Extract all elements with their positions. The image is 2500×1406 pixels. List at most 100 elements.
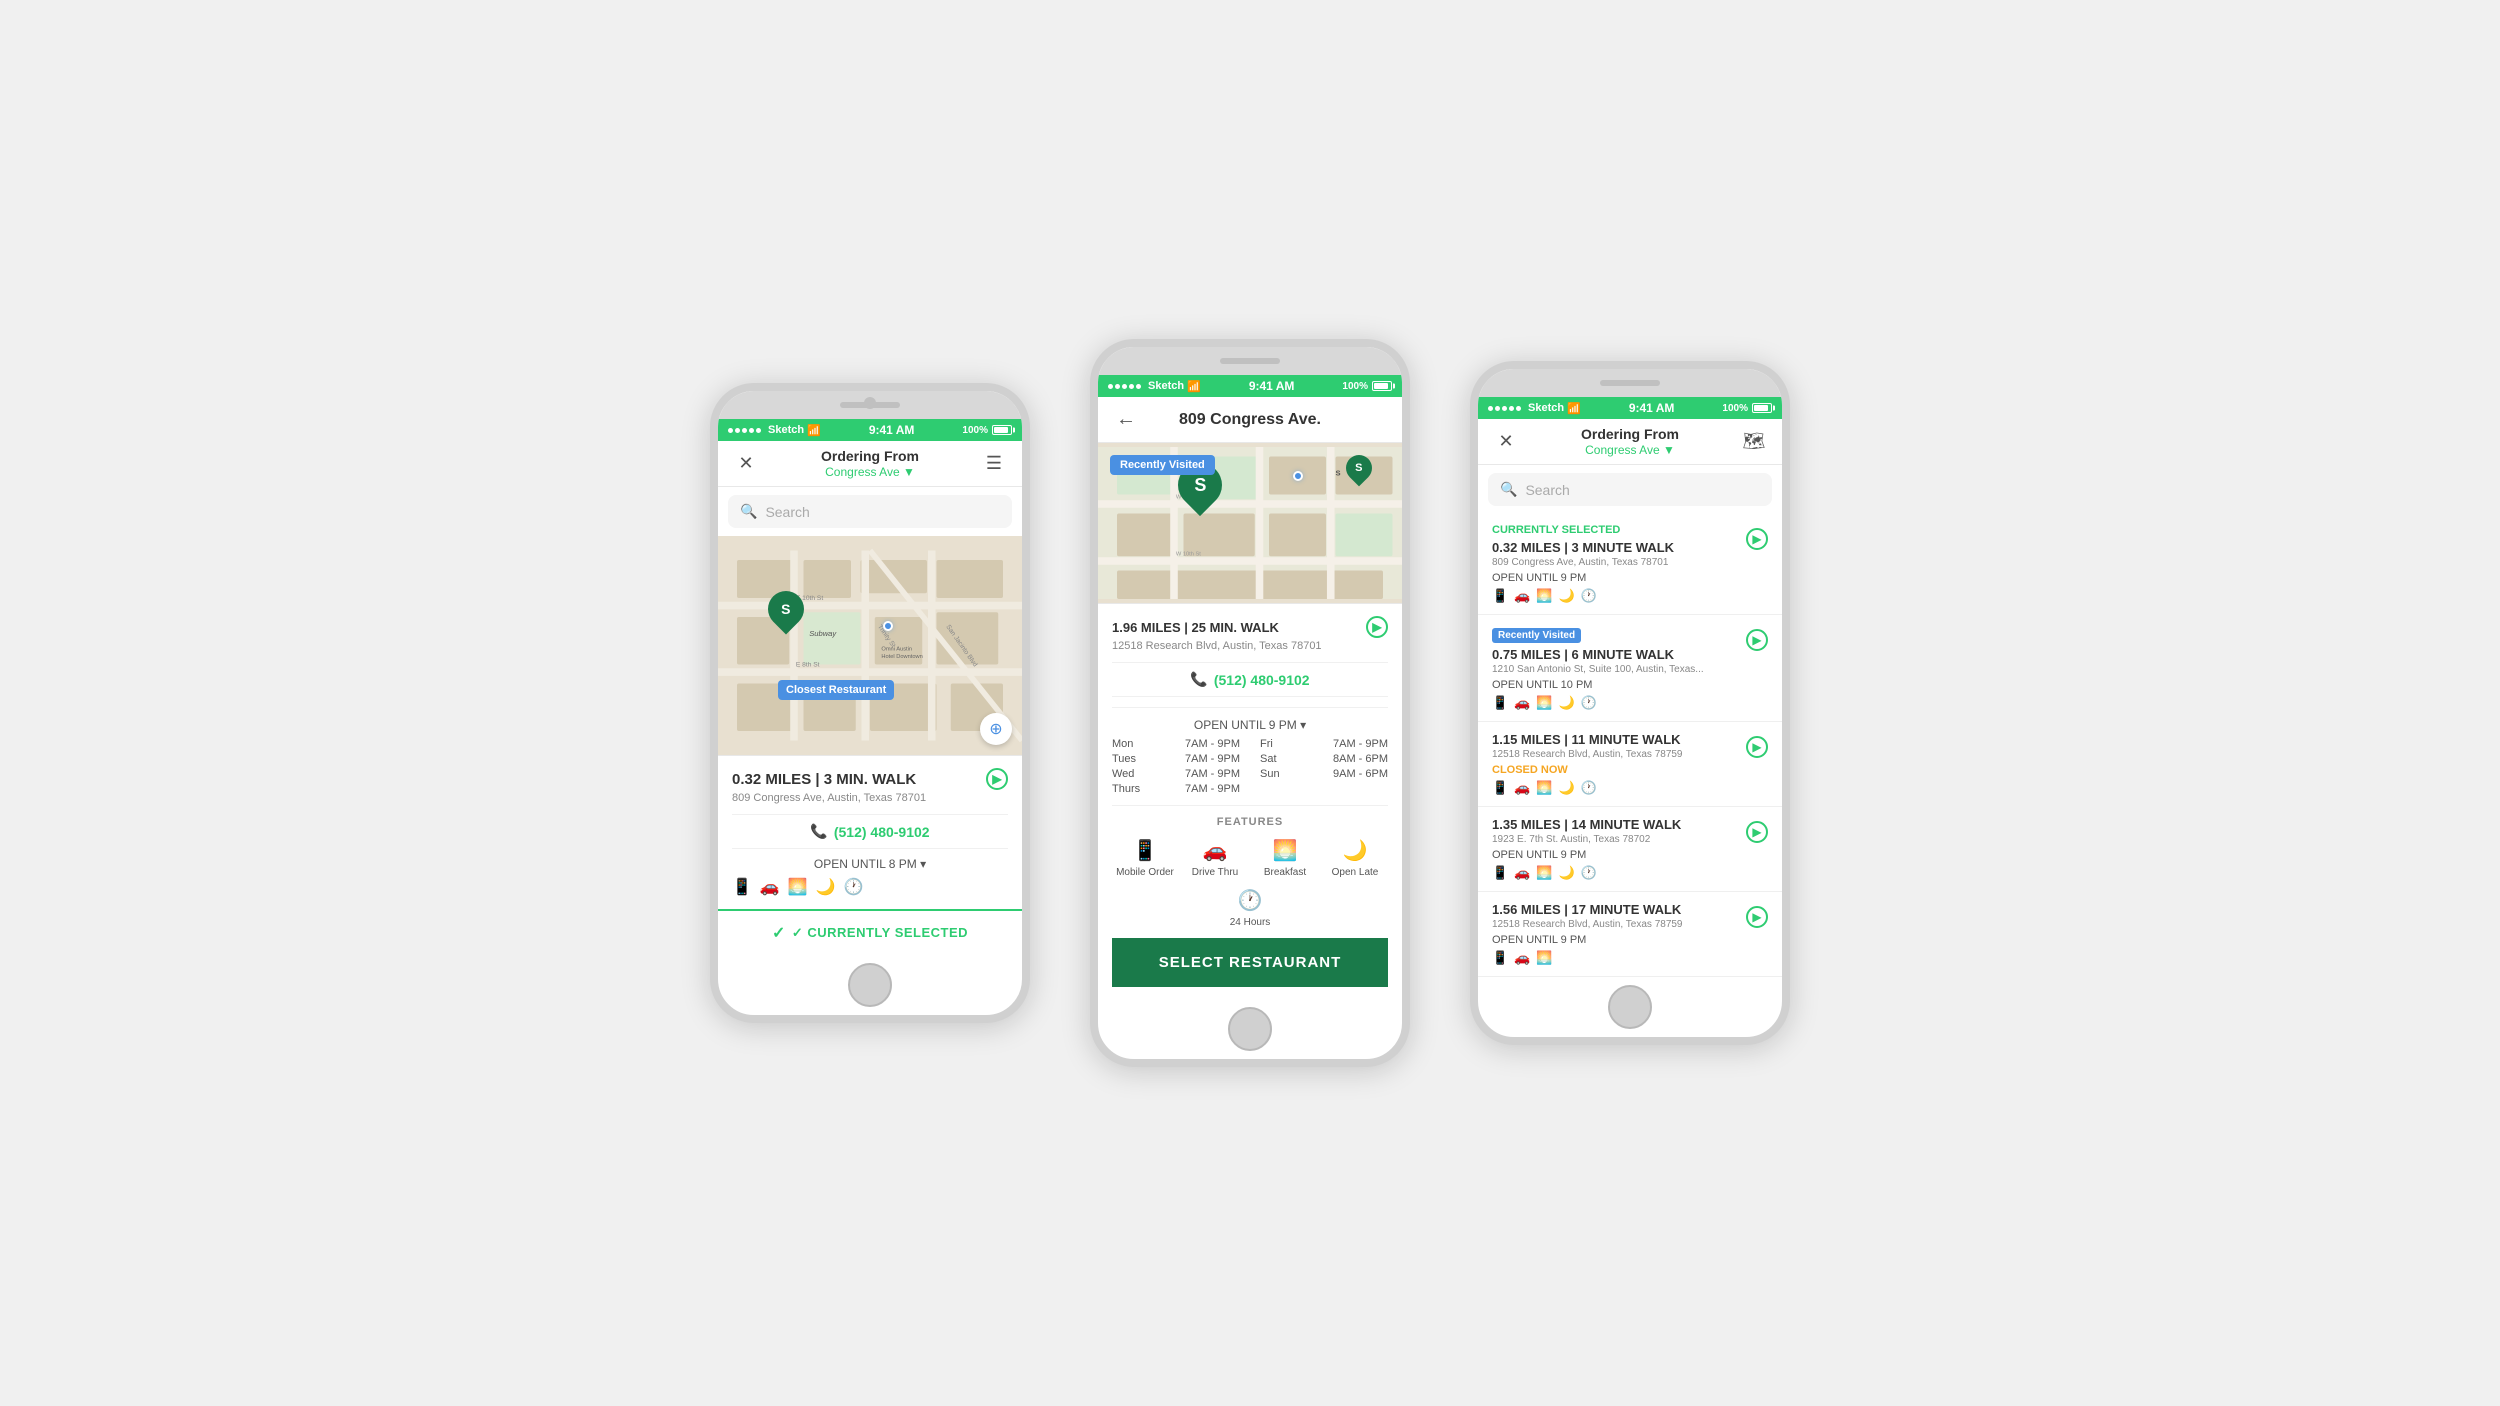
list-car-icon-2: 🚗 xyxy=(1514,695,1530,711)
carrier-1: Sketch xyxy=(768,424,804,436)
list-clock-icon-2: 🕐 xyxy=(1581,695,1597,711)
time-2: 9:41 AM xyxy=(1249,379,1295,393)
search-bar-3[interactable]: 🔍 Search xyxy=(1488,473,1772,506)
phone-number-1: 📞 (512) 480-9102 xyxy=(732,814,1008,849)
list-distance-3: 1.15 MILES | 11 MINUTE WALK xyxy=(1492,732,1746,747)
select-restaurant-button-2[interactable]: SELECT RESTAURANT xyxy=(1112,938,1388,987)
recently-visited-badge-2: Recently Visited xyxy=(1110,455,1215,475)
list-item-4[interactable]: 1.35 MILES | 14 MINUTE WALK 1923 E. 7th … xyxy=(1478,807,1782,892)
features-title-2: FEATURES xyxy=(1112,816,1388,828)
mobile-icon-1: 📱 xyxy=(732,877,752,897)
clock-icon-1: 🕐 xyxy=(844,877,864,897)
status-bar-1: Sketch 📶 9:41 AM 100% xyxy=(718,419,1022,441)
currently-selected-label-1: CURRENTLY SELECTED xyxy=(1492,524,1746,536)
drive-thru-icon: 🚗 xyxy=(1203,838,1228,863)
location-card-1: 0.32 MILES | 3 MIN. WALK ▶ 809 Congress … xyxy=(718,755,1022,909)
list-moon-icon-1: 🌙 xyxy=(1559,588,1575,604)
svg-text:Subway: Subway xyxy=(809,629,837,638)
user-location-dot-2 xyxy=(1293,471,1303,481)
nav-subtitle-1[interactable]: Congress Ave ▼ xyxy=(821,465,919,479)
wifi-icon-2: 📶 xyxy=(1187,380,1201,393)
list-item-1[interactable]: CURRENTLY SELECTED 0.32 MILES | 3 MINUTE… xyxy=(1478,514,1782,615)
svg-text:Omni Austin: Omni Austin xyxy=(881,646,912,652)
list-item-3[interactable]: 1.15 MILES | 11 MINUTE WALK 12518 Resear… xyxy=(1478,722,1782,807)
list-icons-2: 📱 🚗 🌅 🌙 🕐 xyxy=(1492,695,1746,711)
feature-mobile-order: 📱 Mobile Order xyxy=(1115,838,1175,878)
list-address-3: 12518 Research Blvd, Austin, Texas 78759 xyxy=(1492,749,1746,760)
hours-row-1: OPEN UNTIL 8 PM ▾ xyxy=(732,857,1008,871)
list-clock-icon-3: 🕐 xyxy=(1581,780,1597,796)
list-mobile-icon-2: 📱 xyxy=(1492,695,1508,711)
address-1: 809 Congress Ave, Austin, Texas 78701 xyxy=(732,792,1008,804)
detail-address-2: 12518 Research Blvd, Austin, Texas 78701 xyxy=(1112,640,1388,652)
close-icon-3[interactable]: ✕ xyxy=(1492,431,1520,452)
svg-text:W 10th St: W 10th St xyxy=(1176,551,1201,557)
list-mobile-icon-3: 📱 xyxy=(1492,780,1508,796)
detail-nav-2: ← 809 Congress Ave. xyxy=(1098,397,1402,443)
features-section-2: FEATURES 📱 Mobile Order 🚗 Drive Thru 🌅 B… xyxy=(1112,805,1388,928)
hours-open-label-2: OPEN UNTIL 9 PM ▾ xyxy=(1112,718,1388,732)
scene: Sketch 📶 9:41 AM 100% ✕ Ordering From Co… xyxy=(670,299,1830,1107)
feature-24hours: 🕐 24 Hours xyxy=(1220,888,1280,928)
list-mobile-icon-5: 📱 xyxy=(1492,950,1508,966)
list-sun-icon-4: 🌅 xyxy=(1536,865,1552,881)
navigate-icon-list-4[interactable]: ▶ xyxy=(1746,821,1768,843)
status-bar-2: Sketch 📶 9:41 AM 100% xyxy=(1098,375,1402,397)
list-distance-2: 0.75 MILES | 6 MINUTE WALK xyxy=(1492,647,1746,662)
list-item-5[interactable]: 1.56 MILES | 17 MINUTE WALK 12518 Resear… xyxy=(1478,892,1782,977)
navigate-icon-list-5[interactable]: ▶ xyxy=(1746,906,1768,928)
open-late-icon: 🌙 xyxy=(1343,838,1368,863)
phone-1: Sketch 📶 9:41 AM 100% ✕ Ordering From Co… xyxy=(710,383,1030,1023)
list-address-2: 1210 San Antonio St, Suite 100, Austin, … xyxy=(1492,664,1746,675)
navigate-icon-list-3[interactable]: ▶ xyxy=(1746,736,1768,758)
list-address-4: 1923 E. 7th St. Austin, Texas 78702 xyxy=(1492,834,1746,845)
list-status-2: OPEN UNTIL 10 PM xyxy=(1492,679,1746,691)
time-1: 9:41 AM xyxy=(869,423,915,437)
map-icon-3[interactable]: 🗺 xyxy=(1740,431,1768,452)
list-sun-icon-1: 🌅 xyxy=(1536,588,1552,604)
list-moon-icon-2: 🌙 xyxy=(1559,695,1575,711)
battery-text-3: 100% xyxy=(1722,403,1748,414)
navigate-icon-1[interactable]: ▶ xyxy=(986,768,1008,790)
navigate-icon-2[interactable]: ▶ xyxy=(1366,616,1388,638)
recently-visited-label-2: Recently Visited xyxy=(1492,628,1581,643)
list-mobile-icon-4: 📱 xyxy=(1492,865,1508,881)
back-icon-2[interactable]: ← xyxy=(1112,408,1140,431)
sunrise-icon-1: 🌅 xyxy=(788,877,808,897)
search-icon-3: 🔍 xyxy=(1500,481,1517,498)
phone-icon-2: 📞 xyxy=(1190,671,1207,688)
list-icons-3: 📱 🚗 🌅 🌙 🕐 xyxy=(1492,780,1746,796)
detail-hours-2: OPEN UNTIL 9 PM ▾ Mon7AM - 9PM Fri7AM - … xyxy=(1112,707,1388,795)
svg-text:S: S xyxy=(1336,469,1341,478)
list-item-2[interactable]: Recently Visited 0.75 MILES | 6 MINUTE W… xyxy=(1478,615,1782,722)
car-icon-1: 🚗 xyxy=(760,877,780,897)
navigate-icon-list-2[interactable]: ▶ xyxy=(1746,629,1768,651)
search-icon-1: 🔍 xyxy=(740,503,757,520)
list-car-icon-4: 🚗 xyxy=(1514,865,1530,881)
navigate-icon-list-1[interactable]: ▶ xyxy=(1746,528,1768,550)
list-sun-icon-5: 🌅 xyxy=(1536,950,1552,966)
list-sun-icon-3: 🌅 xyxy=(1536,780,1552,796)
locate-button-1[interactable]: ⊕ xyxy=(980,713,1012,745)
detail-map-2: W 11th St W 10th St S S S Recently Visit… xyxy=(1098,443,1402,603)
menu-icon-1[interactable]: ☰ xyxy=(980,453,1008,474)
list-icons-4: 📱 🚗 🌅 🌙 🕐 xyxy=(1492,865,1746,881)
search-placeholder-3: Search xyxy=(1525,482,1569,498)
close-icon-1[interactable]: ✕ xyxy=(732,453,760,474)
list-mobile-icon-1: 📱 xyxy=(1492,588,1508,604)
feature-drive-thru: 🚗 Drive Thru xyxy=(1185,838,1245,878)
phone-2: Sketch 📶 9:41 AM 100% ← 809 Congress Ave… xyxy=(1090,339,1410,1067)
list-address-5: 12518 Research Blvd, Austin, Texas 78759 xyxy=(1492,919,1746,930)
search-bar-1[interactable]: 🔍 Search xyxy=(728,495,1012,528)
feature-open-late: 🌙 Open Late xyxy=(1325,838,1385,878)
nav-bar-3: ✕ Ordering From Congress Ave ▼ 🗺 xyxy=(1478,419,1782,465)
nav-subtitle-3[interactable]: Congress Ave ▼ xyxy=(1581,443,1679,457)
distance-1: 0.32 MILES | 3 MIN. WALK ▶ xyxy=(732,768,1008,790)
user-location-dot-1 xyxy=(883,621,893,631)
carrier-2: Sketch xyxy=(1148,380,1184,392)
list-status-5: OPEN UNTIL 9 PM xyxy=(1492,934,1746,946)
checkmark-icon-1: ✓ xyxy=(772,923,786,943)
battery-text-1: 100% xyxy=(962,425,988,436)
svg-text:Hotel Downtown: Hotel Downtown xyxy=(881,654,922,660)
list-clock-icon-4: 🕐 xyxy=(1581,865,1597,881)
